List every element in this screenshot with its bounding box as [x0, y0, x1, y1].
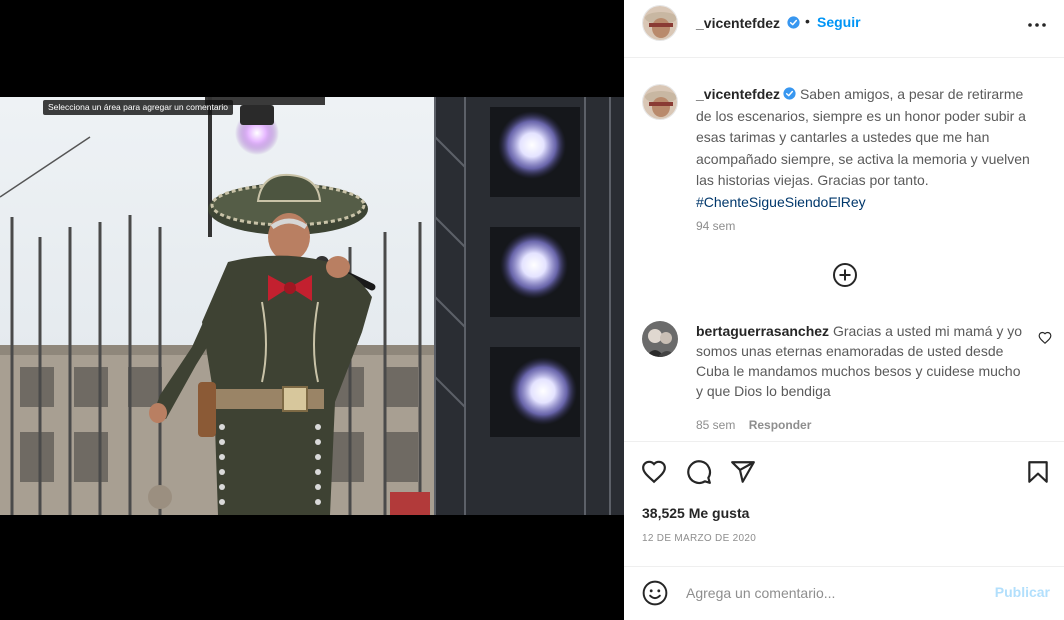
caption-hashtag[interactable]: #ChenteSigueSiendoElRey: [696, 194, 866, 210]
tag-tooltip: Selecciona un área para agregar un comen…: [43, 100, 234, 115]
post-date: 12 de marzo de 2020: [642, 533, 757, 544]
emoji-icon[interactable]: [642, 580, 668, 606]
likes-label: Me gusta: [688, 505, 750, 521]
verified-badge-icon: [787, 16, 800, 29]
comment-heart-icon[interactable]: [1038, 331, 1052, 345]
caption-username[interactable]: _vicentefdez: [696, 86, 780, 102]
avatar-image: [643, 6, 677, 40]
reply-button[interactable]: Responder: [749, 418, 812, 432]
comment-icon[interactable]: [686, 459, 712, 485]
header-username-text[interactable]: _vicentefdez: [696, 15, 780, 31]
publish-button[interactable]: Publicar: [995, 584, 1050, 600]
load-more-comments-icon[interactable]: [832, 262, 858, 288]
follow-button[interactable]: Seguir: [817, 14, 861, 30]
avatar[interactable]: [642, 5, 678, 41]
verified-badge-icon: [783, 87, 796, 100]
post-header: _vicentefdez • Seguir: [624, 0, 1064, 58]
comment-timestamp: 85 sem: [696, 418, 736, 432]
post-caption: _vicentefdez Saben amigos, a pesar de re…: [696, 84, 1036, 213]
header-username[interactable]: _vicentefdez: [696, 15, 800, 31]
heart-icon[interactable]: [641, 459, 667, 485]
avatar-image: [642, 321, 678, 357]
avatar[interactable]: [642, 84, 678, 120]
add-comment-bar: Publicar: [624, 566, 1064, 620]
post-photo[interactable]: [0, 97, 624, 515]
comment-username[interactable]: bertaguerrasanchez: [696, 323, 829, 339]
likes-number: 38,525: [642, 505, 685, 521]
post-side-panel: _vicentefdez • Seguir _vicentefdez Saben…: [624, 0, 1064, 620]
bookmark-icon[interactable]: [1025, 459, 1051, 485]
comment-item: bertaguerrasanchez Gracias a usted mi ma…: [696, 321, 1026, 401]
concert-photo-illustration: [0, 97, 624, 515]
more-horizontal-icon[interactable]: [1026, 18, 1048, 32]
likes-count[interactable]: 38,525 Me gusta: [642, 505, 749, 521]
caption-timestamp: 94 sem: [696, 219, 736, 233]
comments-section: _vicentefdez Saben amigos, a pesar de re…: [624, 58, 1064, 441]
instagram-post-modal: Selecciona un área para agregar un comen…: [0, 0, 1064, 620]
share-icon[interactable]: [730, 459, 756, 485]
comment-meta: 85 sem Responder: [696, 418, 811, 432]
action-bar: 38,525 Me gusta 12 de marzo de 2020: [624, 441, 1064, 566]
avatar-image: [643, 85, 677, 119]
avatar[interactable]: [642, 321, 678, 357]
media-area: Selecciona un área para agregar un comen…: [0, 0, 624, 620]
header-separator: •: [805, 13, 810, 29]
comment-input[interactable]: [686, 581, 976, 605]
